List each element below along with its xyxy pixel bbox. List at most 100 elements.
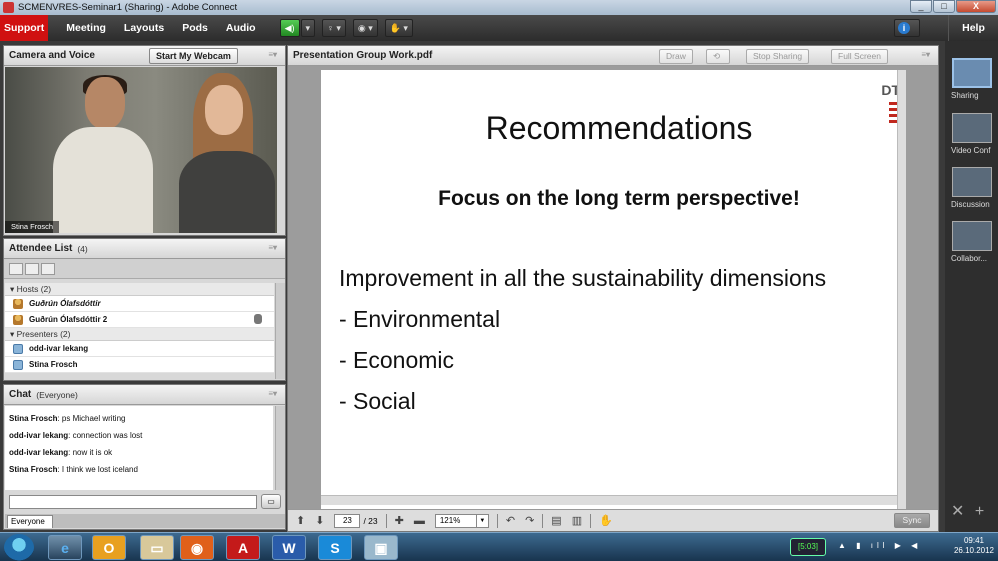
firefox-icon[interactable]: ◉ bbox=[180, 535, 214, 560]
full-screen-button[interactable]: Full Screen bbox=[831, 49, 888, 64]
layouts-bar: Sharing Video Conf Discussion Collabor..… bbox=[945, 41, 998, 532]
dtu-logo: DT bbox=[881, 82, 897, 98]
speaker-icon[interactable]: ◀) bbox=[279, 19, 300, 37]
chat-pod-header: Chat (Everyone) ≡▾ bbox=[4, 385, 285, 405]
layout-bar-controls: ✕ + bbox=[951, 501, 984, 521]
audio-toolbar: ◀) ▾ ♀ ▾ ◉ ▾ ✋ ▾ bbox=[279, 19, 414, 37]
start-button[interactable] bbox=[4, 534, 34, 561]
host-icon bbox=[13, 314, 23, 325]
chat-message: odd-ivar lekang: now it is ok bbox=[9, 448, 113, 457]
sync-view-icon[interactable]: ⟲ bbox=[706, 49, 730, 64]
share-toolbar: ⬆ ⬇ 23 / 23 ✚ ▬ 121% ▼ ↶ ↷ ▤ ▥ ✋ Sync bbox=[288, 509, 938, 531]
skype-icon[interactable]: S bbox=[318, 535, 352, 560]
layout-thumbnail bbox=[952, 58, 992, 88]
info-menu-button[interactable]: i bbox=[894, 19, 920, 37]
taskbar-clock[interactable]: 09:41 26.10.2012 bbox=[954, 536, 994, 556]
close-button[interactable]: X bbox=[956, 0, 996, 13]
zoom-out-icon[interactable]: ▬ bbox=[414, 515, 425, 527]
slide-bullet: - Social bbox=[339, 388, 416, 414]
add-layout-icon[interactable]: + bbox=[975, 503, 984, 520]
layout-collaboration[interactable]: Collabor... bbox=[951, 221, 993, 263]
maximize-button[interactable]: □ bbox=[933, 0, 955, 13]
sync-button[interactable]: Sync bbox=[894, 513, 930, 528]
system-tray-icons[interactable]: ▲ ▮ ıll ▶ ◀ bbox=[838, 541, 921, 550]
menu-audio[interactable]: Audio bbox=[226, 22, 256, 34]
chat-scope: (Everyone) bbox=[36, 389, 78, 400]
page-number-input[interactable]: 23 bbox=[334, 513, 361, 528]
minimize-button[interactable]: _ bbox=[910, 0, 932, 13]
zoom-select[interactable]: 121% ▼ bbox=[434, 513, 489, 528]
chat-pod-title: Chat bbox=[9, 389, 32, 400]
hand-tool-icon[interactable]: ✋ bbox=[599, 514, 613, 527]
session-timer: [5:03] bbox=[790, 538, 826, 556]
windows-taskbar: e O ▭ ◉ A W S ▣ [5:03] ▲ ▮ ıll ▶ ◀ 09:41… bbox=[0, 532, 998, 561]
slide-bullet: - Economic bbox=[339, 347, 455, 373]
menu-layouts[interactable]: Layouts bbox=[124, 22, 164, 34]
send-message-button[interactable]: ▭ bbox=[261, 494, 281, 509]
attendee-view-toolbar bbox=[4, 259, 285, 279]
webcam-video: Stina Frosch bbox=[5, 67, 277, 233]
slide-vertical-scrollbar[interactable] bbox=[897, 70, 906, 517]
chat-message: Stina Frosch: I think we lost iceland bbox=[9, 465, 138, 474]
tab-everyone[interactable]: Everyone bbox=[7, 515, 53, 528]
raise-hand-icon[interactable]: ✋ ▾ bbox=[384, 19, 413, 37]
menu-pods[interactable]: Pods bbox=[182, 22, 208, 34]
chat-message: odd-ivar lekang: connection was lost bbox=[9, 431, 143, 440]
adobe-connect-task-icon[interactable]: ▣ bbox=[364, 535, 398, 560]
start-webcam-button[interactable]: Start My Webcam bbox=[149, 48, 238, 64]
pod-menu-icon[interactable]: ≡▾ bbox=[268, 50, 277, 59]
chat-scrollbar[interactable] bbox=[275, 406, 285, 490]
pod-menu-icon[interactable]: ≡▾ bbox=[921, 50, 930, 59]
draw-button[interactable]: Draw bbox=[659, 49, 693, 64]
chat-input[interactable] bbox=[9, 495, 257, 509]
status-view-icon[interactable] bbox=[41, 262, 55, 275]
pod-menu-icon[interactable]: ≡▾ bbox=[268, 243, 277, 252]
layout-sharing[interactable]: Sharing bbox=[951, 58, 993, 100]
fit-width-icon[interactable]: ▤ bbox=[551, 514, 561, 527]
word-icon[interactable]: W bbox=[272, 535, 306, 560]
previous-page-icon[interactable]: ⬆ bbox=[296, 514, 305, 527]
video-speaker-name: Stina Frosch bbox=[5, 221, 60, 233]
slide-title: Recommendations bbox=[485, 110, 753, 146]
list-item[interactable]: Guðrún Ólafsdóttir 2 bbox=[5, 312, 274, 328]
grid-view-icon[interactable] bbox=[25, 262, 39, 275]
presentation-slide: DT Recommendations Focus on the long ter… bbox=[321, 70, 897, 517]
explorer-folder-icon[interactable]: ▭ bbox=[140, 535, 174, 560]
attendee-list: ▾ Hosts (2) Guðrún Ólafsdóttir Guðrún Ól… bbox=[5, 283, 274, 373]
support-menu[interactable]: Support bbox=[0, 15, 49, 41]
hosts-group-header[interactable]: ▾ Hosts (2) bbox=[5, 283, 274, 296]
presenters-group-header[interactable]: ▾ Presenters (2) bbox=[5, 328, 274, 341]
internet-explorer-icon[interactable]: e bbox=[48, 535, 82, 560]
attendee-count: (4) bbox=[77, 243, 88, 254]
list-item[interactable]: Guðrún Ólafsdóttir bbox=[5, 296, 274, 312]
speaker-dropdown[interactable]: ▾ bbox=[300, 19, 316, 37]
list-item[interactable]: odd-ivar lekang bbox=[5, 341, 274, 357]
window-title: SCMENVRES-Seminar1 (Sharing) - Adobe Con… bbox=[18, 2, 238, 13]
acrobat-icon[interactable]: A bbox=[226, 535, 260, 560]
list-view-icon[interactable] bbox=[9, 262, 23, 275]
window-titlebar: SCMENVRES-Seminar1 (Sharing) - Adobe Con… bbox=[0, 0, 998, 15]
slide-horizontal-scrollbar[interactable] bbox=[321, 495, 897, 505]
rotate-left-icon[interactable]: ↶ bbox=[506, 514, 515, 527]
slide-intro: Improvement in all the sustainability di… bbox=[339, 265, 827, 291]
stop-sharing-button[interactable]: Stop Sharing bbox=[746, 49, 810, 64]
zoom-in-icon[interactable]: ✚ bbox=[395, 514, 404, 527]
page-total: / 23 bbox=[363, 515, 378, 526]
fit-page-icon[interactable]: ▥ bbox=[572, 514, 582, 527]
rotate-right-icon[interactable]: ↷ bbox=[525, 514, 534, 527]
layout-discussion[interactable]: Discussion bbox=[951, 167, 993, 209]
next-page-icon[interactable]: ⬇ bbox=[315, 514, 324, 527]
list-item[interactable]: Stina Frosch bbox=[5, 357, 274, 373]
pod-menu-icon[interactable]: ≡▾ bbox=[268, 389, 277, 398]
layout-thumbnail bbox=[952, 113, 992, 143]
menubar: Support Meeting Layouts Pods Audio ◀) ▾ … bbox=[0, 15, 998, 41]
slide-bullet: - Environmental bbox=[339, 306, 501, 332]
webcam-icon[interactable]: ◉ ▾ bbox=[352, 19, 378, 37]
outlook-icon[interactable]: O bbox=[92, 535, 126, 560]
help-menu[interactable]: Help bbox=[948, 15, 998, 41]
microphone-icon[interactable]: ♀ ▾ bbox=[322, 19, 346, 37]
attendee-scrollbar[interactable] bbox=[275, 283, 285, 379]
close-icon[interactable]: ✕ bbox=[951, 503, 964, 520]
layout-video-conf[interactable]: Video Conf bbox=[951, 113, 993, 155]
menu-meeting[interactable]: Meeting bbox=[66, 22, 106, 34]
